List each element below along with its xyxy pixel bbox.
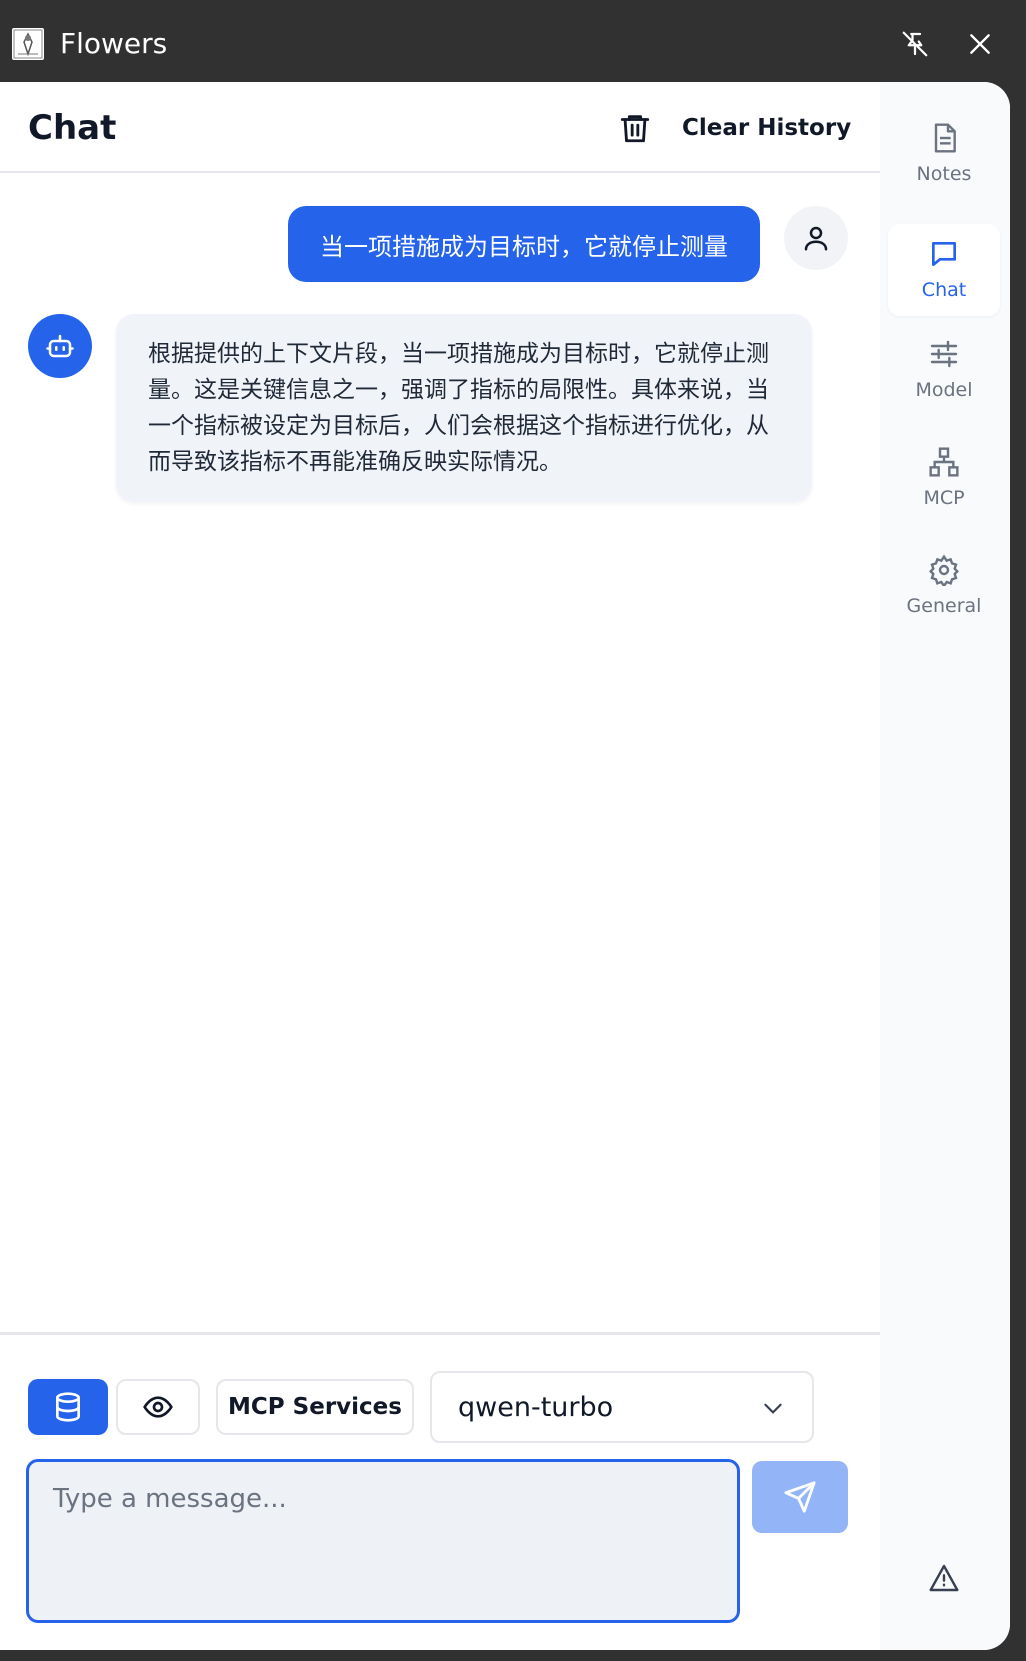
model-select-value: qwen-turbo: [458, 1392, 614, 1423]
trash-icon[interactable]: [618, 110, 652, 146]
sidebar-item-label: MCP: [923, 487, 965, 509]
close-icon: [970, 34, 990, 54]
close-button[interactable]: [958, 24, 1002, 64]
sidebar-item-mcp[interactable]: MCP: [888, 432, 1000, 524]
bot-icon: [46, 334, 74, 358]
app-window: Chat Clear History 当一项措施成为目标时，它就停止测量 根据提…: [0, 82, 1010, 1650]
sidebar-item-label: Notes: [916, 163, 972, 185]
message-input[interactable]: [26, 1459, 740, 1623]
sliders-icon: [930, 340, 958, 368]
vision-toggle[interactable]: [116, 1379, 200, 1435]
sidebar-item-model[interactable]: Model: [888, 324, 1000, 416]
bot-avatar: [28, 314, 92, 378]
chat-header: Chat Clear History: [0, 82, 880, 173]
assistant-message-bubble: 根据提供的上下文片段，当一项措施成为目标时，它就停止测量。这是关键信息之一，强调…: [116, 314, 812, 502]
user-message-row: 当一项措施成为目标时，它就停止测量: [0, 206, 880, 286]
gear-icon: [928, 554, 960, 586]
sidebar-item-notes[interactable]: Notes: [888, 108, 1000, 200]
notes-icon: [934, 123, 956, 153]
send-icon: [784, 1481, 816, 1513]
unpin-button[interactable]: [893, 24, 937, 64]
app-icon: [12, 28, 44, 60]
sidebar-item-label: General: [906, 595, 982, 617]
database-icon: [56, 1392, 80, 1422]
eye-icon: [143, 1396, 173, 1418]
sidebar-item-chat[interactable]: Chat: [888, 224, 1000, 316]
model-select[interactable]: qwen-turbo: [430, 1371, 814, 1443]
sidebar-item-general[interactable]: General: [888, 540, 1000, 632]
network-icon: [929, 447, 959, 477]
composer: MCP Services qwen-turbo: [0, 1332, 880, 1650]
clear-history-button[interactable]: Clear History: [672, 106, 861, 150]
mcp-services-button[interactable]: MCP Services: [216, 1379, 414, 1435]
chat-panel: Chat Clear History 当一项措施成为目标时，它就停止测量 根据提…: [0, 82, 880, 1650]
knowledge-base-toggle[interactable]: [28, 1379, 108, 1435]
sidebar-item-label: Chat: [921, 279, 967, 301]
user-icon: [804, 226, 828, 251]
window-title: Flowers: [60, 27, 168, 60]
chat-icon: [932, 242, 956, 266]
user-message-bubble: 当一项措施成为目标时，它就停止测量: [288, 206, 760, 282]
page-title: Chat: [28, 108, 117, 148]
unpin-icon: [902, 31, 928, 57]
send-button[interactable]: [752, 1461, 848, 1533]
warning-icon[interactable]: [928, 1562, 960, 1598]
sidebar-item-label: Model: [915, 379, 973, 401]
sidebar: Notes Chat Model MCP General: [880, 82, 1010, 1650]
chevron-down-icon: [764, 1403, 782, 1414]
user-avatar: [784, 206, 848, 270]
title-bar: Flowers: [0, 0, 1026, 84]
